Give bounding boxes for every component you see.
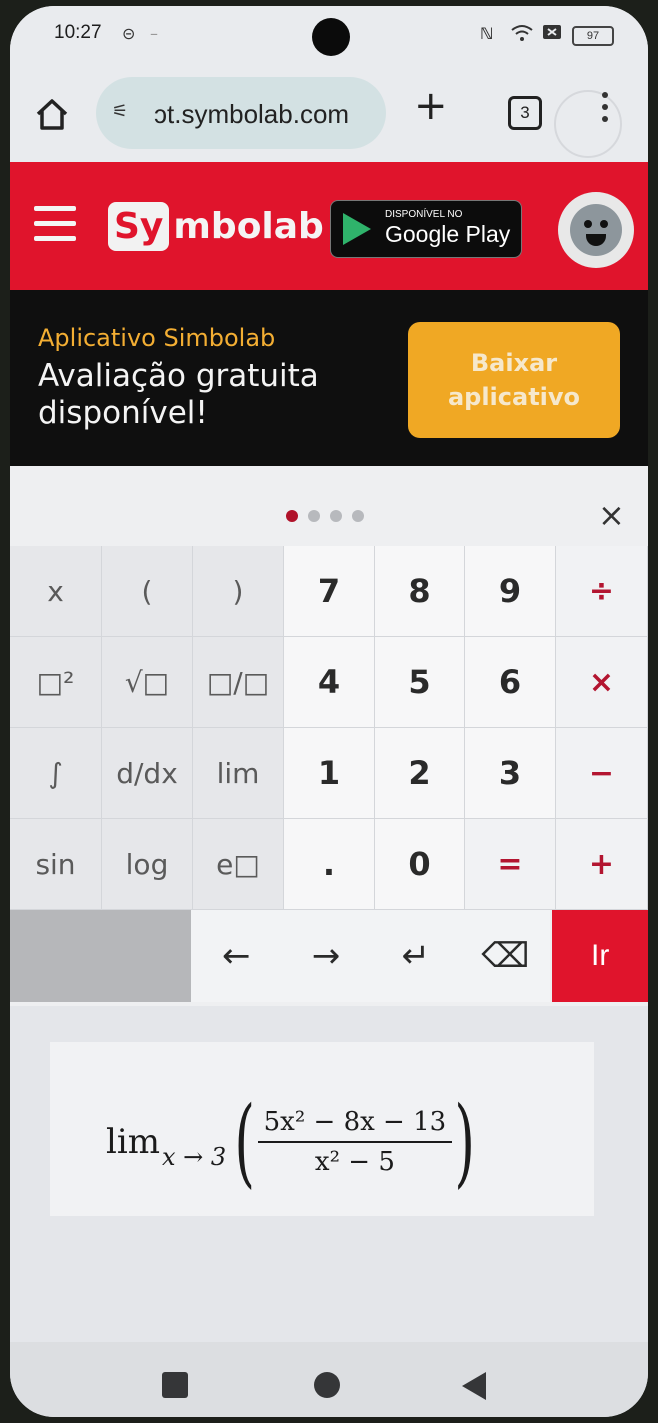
key-26[interactable]: = — [465, 819, 556, 910]
key-14[interactable]: ∫ — [10, 728, 102, 819]
sync-icon: ⊝ — [122, 24, 136, 43]
key-22[interactable]: log — [102, 819, 193, 910]
numerator: 5x² − 8x − 13 — [263, 1107, 447, 1137]
pager-dot[interactable] — [286, 510, 298, 522]
pager-dot[interactable] — [308, 510, 320, 522]
expression-input[interactable]: lim x → 3 ( 5x² − 8x − 13 x² − 5 ) — [50, 1042, 594, 1216]
dash-icon: – — [150, 24, 158, 43]
promo-title: Avaliação gratuita disponível! — [38, 358, 319, 431]
keypad-pager[interactable] — [286, 510, 364, 522]
cursor-left-button[interactable]: ← — [191, 910, 282, 1002]
enter-button[interactable]: ↵ — [370, 910, 461, 1002]
key-21[interactable]: sin — [10, 819, 102, 910]
key-19[interactable]: 3 — [465, 728, 556, 819]
key-23[interactable]: e□ — [193, 819, 284, 910]
touch-indicator — [554, 90, 622, 158]
key-13[interactable]: × — [556, 637, 648, 728]
promo-kicker: Aplicativo Simbolab — [38, 324, 276, 352]
menu-icon[interactable] — [34, 206, 76, 251]
battery-indicator: 97 — [572, 26, 614, 46]
home-icon — [36, 99, 68, 130]
key-9[interactable]: □/□ — [193, 637, 284, 728]
key-8[interactable]: √□ — [102, 637, 193, 728]
key-17[interactable]: 1 — [284, 728, 375, 819]
symbolab-logo[interactable]: Sy mbolab — [108, 194, 324, 258]
url-text: ɔt.symbolab.com — [154, 99, 350, 129]
lim-subscript: x → 3 — [162, 1143, 227, 1171]
front-camera — [312, 18, 350, 56]
key-20[interactable]: − — [556, 728, 648, 819]
fraction-bar — [257, 1141, 453, 1143]
key-18[interactable]: 2 — [375, 728, 465, 819]
home-button[interactable] — [32, 94, 72, 134]
key-15[interactable]: d/dx — [102, 728, 193, 819]
close-keypad-button[interactable]: × — [598, 496, 625, 534]
browser-toolbar: ⚟ ɔt.symbolab.com + 3 — [10, 62, 648, 162]
google-play-icon — [343, 213, 371, 245]
sim-icon — [542, 24, 562, 44]
key-16[interactable]: lim — [193, 728, 284, 819]
key-5[interactable]: 9 — [465, 546, 556, 637]
key-27[interactable]: + — [556, 819, 648, 910]
cursor-right-button[interactable]: → — [281, 910, 371, 1002]
address-bar[interactable]: ⚟ ɔt.symbolab.com — [96, 77, 386, 149]
download-app-button[interactable]: Baixar aplicativo — [408, 322, 620, 438]
app-promo-banner: Aplicativo Simbolab Avaliação gratuita d… — [10, 290, 648, 466]
keypad-grid: x() 7 8 9 ÷ □² √□ □/□ 4 5 6 × ∫ d/dx lim 1 2 3− sin log e□. 0… — [10, 546, 648, 910]
key-24[interactable]: . — [284, 819, 375, 910]
key-12[interactable]: 6 — [465, 637, 556, 728]
browser-menu-button[interactable] — [602, 92, 608, 128]
right-paren: ) — [454, 1086, 476, 1198]
key-25[interactable]: 0 — [375, 819, 465, 910]
key-7[interactable]: □² — [10, 637, 102, 728]
key-4[interactable]: 8 — [375, 546, 465, 637]
back-icon[interactable] — [462, 1372, 486, 1400]
key-6[interactable]: ÷ — [556, 546, 648, 637]
google-play-badge[interactable]: DISPONÍVEL NO Google Play — [330, 200, 522, 258]
key-0[interactable]: x — [10, 546, 102, 637]
site-header: Sy mbolab DISPONÍVEL NO Google Play — [10, 162, 648, 290]
math-expression: lim x → 3 ( 5x² − 8x − 13 x² − 5 ) — [106, 1094, 484, 1190]
tab-switcher-button[interactable]: 3 — [508, 96, 542, 130]
key-2[interactable]: ) — [193, 546, 284, 637]
home-nav-icon[interactable] — [314, 1372, 340, 1398]
pager-dot[interactable] — [330, 510, 342, 522]
backspace-button[interactable]: ⌫ — [460, 910, 551, 1002]
fraction: 5x² − 8x − 13 x² − 5 — [257, 1107, 453, 1177]
lim-operator: lim — [106, 1122, 160, 1162]
key-3[interactable]: 7 — [284, 546, 375, 637]
key-11[interactable]: 5 — [375, 637, 465, 728]
status-bar: 10:27 ⊝ – ℕ 97 — [10, 6, 648, 62]
avatar[interactable] — [558, 192, 634, 268]
mascot-icon — [570, 204, 622, 256]
status-time: 10:27 — [54, 22, 102, 43]
denominator: x² − 5 — [314, 1147, 395, 1177]
phone-screen: 10:27 ⊝ – ℕ 97 ⚟ ɔt.symbolab.com + 3 Sy — [10, 6, 648, 1417]
pager-dot[interactable] — [352, 510, 364, 522]
wifi-icon — [510, 24, 534, 46]
go-button[interactable]: Ir — [552, 910, 648, 1002]
math-keypad: × x() 7 8 9 ÷ □² √□ □/□ 4 5 6 × ∫ d/dx lim 1 2 3− sin log e□… — [10, 466, 648, 1006]
left-paren: ( — [234, 1086, 256, 1198]
nfc-icon: ℕ — [480, 24, 494, 43]
key-1[interactable]: ( — [102, 546, 193, 637]
keypad-nav-row: ← → ↵ ⌫ Ir — [10, 910, 648, 1002]
keypad-spacer — [10, 910, 192, 1002]
android-nav-bar — [10, 1342, 648, 1417]
key-10[interactable]: 4 — [284, 637, 375, 728]
recents-icon[interactable] — [162, 1372, 188, 1398]
new-tab-button[interactable]: + — [414, 86, 448, 126]
site-settings-icon[interactable]: ⚟ — [112, 101, 128, 122]
